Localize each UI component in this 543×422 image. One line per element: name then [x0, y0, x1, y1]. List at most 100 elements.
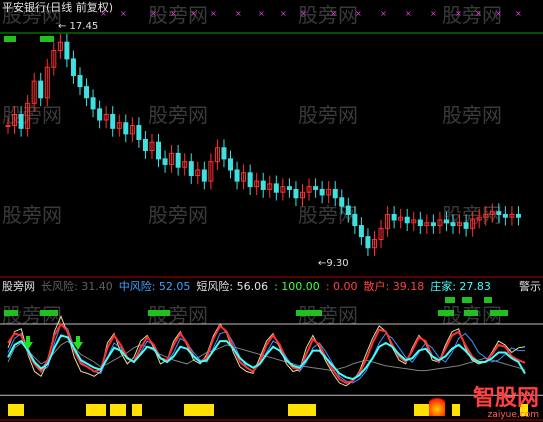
candle-body: [234, 169, 240, 182]
candle-body: [38, 80, 44, 99]
candle-body: [247, 172, 253, 188]
down-arrow-icon: [76, 336, 80, 342]
mid-risk-label: 中风险: 52.05: [118, 280, 191, 293]
logo-brand: 智股网: [472, 385, 539, 411]
candle-body: [201, 169, 207, 182]
candle-body: [142, 138, 148, 152]
signal-marker: ×: [120, 9, 127, 18]
chart-title: 平安银行(日线 前复权): [2, 1, 114, 14]
candle-body: [156, 141, 162, 160]
candle-body: [319, 188, 325, 196]
candle-body: [90, 97, 96, 110]
signal-marker: ×: [280, 9, 287, 18]
site-logo: 智股网 zaiyue.com: [473, 386, 539, 420]
logo-url: zaiyue.com: [487, 410, 539, 420]
green-signal-block: [40, 310, 58, 316]
candle-body: [97, 108, 103, 121]
watermark-text: 股旁网: [442, 103, 502, 127]
yellow-signal-bar: [110, 404, 126, 416]
red-value-label: : 0.00: [325, 280, 358, 293]
watermark-text: 股旁网: [148, 203, 208, 227]
warning-label: 警示: [519, 280, 541, 293]
candle-body: [136, 125, 142, 140]
candle-body: [332, 188, 338, 199]
candle-body: [70, 58, 76, 77]
green-signal-block: [462, 297, 472, 303]
watermark-text: 股旁网: [2, 103, 62, 127]
short-risk-label: 短风险: 56.06: [196, 280, 269, 293]
candle-body: [345, 205, 351, 215]
candle-body: [286, 186, 292, 190]
indicator-name: 股旁网: [2, 280, 35, 293]
green-signal-block: [4, 36, 16, 42]
candle-body: [430, 222, 436, 227]
candle-body: [162, 158, 168, 165]
dealer-label: 庄家: 27.83: [430, 280, 491, 293]
green-signal-block: [40, 36, 54, 42]
signal-marker: ×: [258, 9, 265, 18]
candle-body: [260, 180, 266, 190]
signal-marker: ×: [430, 9, 437, 18]
indicator-legend: 股旁网 长风险: 31.40 中风险: 52.05 短风险: 56.06 : 1…: [2, 280, 491, 293]
candle-body: [352, 213, 358, 227]
yellow-signal-bar: [452, 404, 460, 416]
signal-marker: ×: [405, 9, 412, 18]
green-signal-block: [464, 310, 478, 316]
long-risk-label: 长风险: 31.40: [41, 280, 113, 293]
signal-marker: ×: [495, 9, 502, 18]
watermark-text: 股旁网: [298, 103, 358, 127]
watermark-text: 股旁网: [298, 3, 358, 27]
signal-marker: ×: [300, 9, 307, 18]
yellow-signal-bar: [132, 404, 142, 416]
watermark-text: 股旁网: [2, 203, 62, 227]
candle-body: [64, 41, 70, 60]
candle-body: [221, 147, 227, 160]
signal-marker: ×: [170, 9, 177, 18]
green-signal-block: [296, 310, 322, 316]
signal-marker: ×: [455, 9, 462, 18]
yellow-signal-bar: [8, 404, 24, 416]
signal-marker: ×: [355, 9, 362, 18]
signal-marker: ×: [475, 9, 482, 18]
candle-body: [273, 183, 279, 193]
green-signal-block: [484, 297, 492, 303]
watermark-text: 股旁网: [442, 3, 502, 27]
watermark-text: 股旁网: [148, 103, 208, 127]
green-signal-block: [438, 310, 454, 316]
candle-body: [5, 125, 11, 128]
green-signal-block: [4, 310, 18, 316]
candle-body: [443, 219, 449, 224]
signal-marker: ×: [515, 9, 522, 18]
candle-body: [496, 211, 502, 215]
down-arrow-icon: [26, 336, 30, 342]
yellow-signal-bar: [184, 404, 214, 416]
candle-body: [228, 158, 234, 171]
signal-marker: ×: [210, 9, 217, 18]
signal-marker: ×: [190, 9, 197, 18]
candle-body: [450, 222, 456, 227]
candle-body: [188, 161, 194, 177]
candle-body: [123, 122, 129, 135]
signal-marker: ×: [330, 9, 337, 18]
watermark-text: 股旁网: [148, 3, 208, 27]
candle-body: [463, 222, 469, 229]
green-signal-block: [445, 297, 455, 303]
candle-body: [339, 197, 345, 207]
green-value-label: : 100.00: [274, 280, 320, 293]
retail-label: 散户: 39.18: [363, 280, 425, 293]
candle-body: [313, 186, 319, 190]
signal-marker: ×: [380, 9, 387, 18]
candle-body: [404, 216, 410, 224]
signal-marker: ×: [235, 9, 242, 18]
yellow-signal-bar: [288, 404, 316, 416]
candle-body: [358, 225, 364, 238]
candle-body: [417, 219, 423, 227]
candle-body: [18, 113, 24, 129]
candle-body: [77, 75, 83, 88]
price-and-indicator-chart: 股旁网 股旁网 股旁网 股旁网股旁网 股旁网 股旁网 股旁网股旁网 股旁网 股旁网 股旁网股旁网股…: [0, 3, 543, 421]
candle-body: [175, 152, 181, 168]
candle-body: [84, 86, 90, 99]
green-signal-block: [490, 310, 508, 316]
chart-window: { "title": "平安银行(日线 前复权)", "price_labels…: [0, 0, 543, 422]
candle-body: [293, 188, 299, 199]
